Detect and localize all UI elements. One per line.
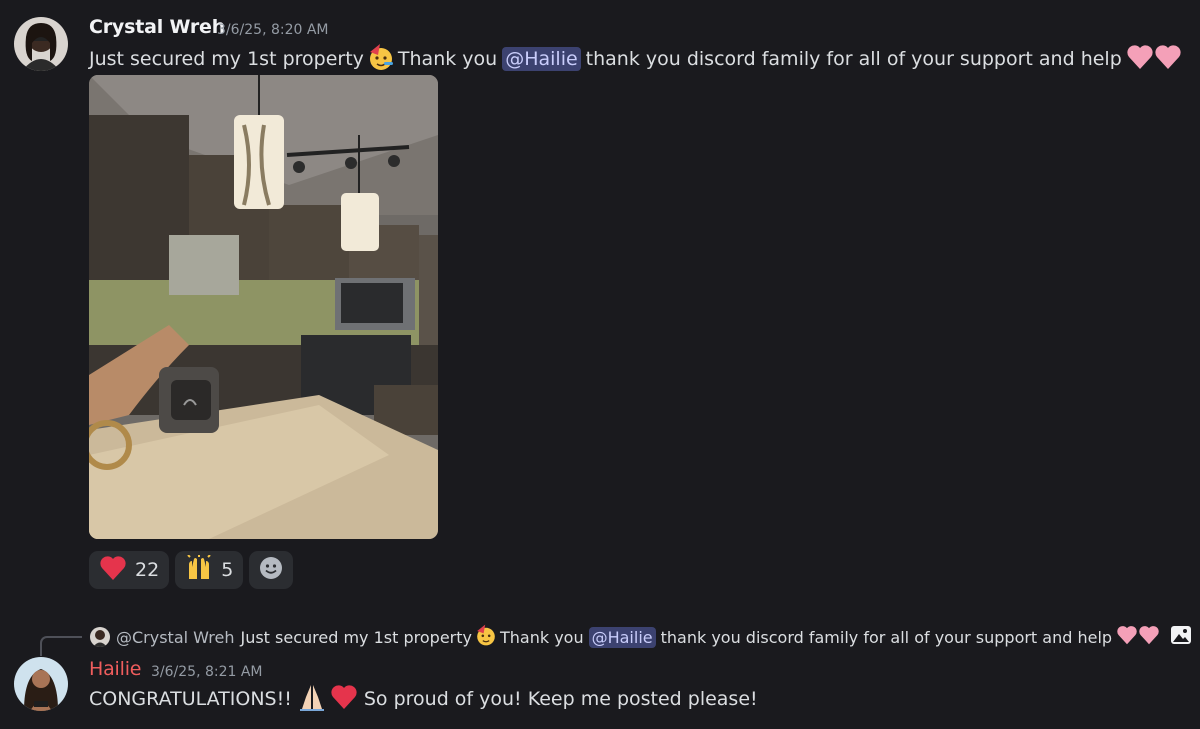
pink-heart-icon: [1138, 625, 1160, 649]
message-text: Just secured my 1st property: [89, 48, 364, 70]
user-mention[interactable]: @Hailie: [588, 626, 656, 648]
message-text: thank you discord family for all of your…: [585, 48, 1122, 70]
image-icon: [1170, 625, 1192, 649]
reply-preview[interactable]: @Crystal Wreh Just secured my 1st proper…: [90, 623, 1194, 651]
pink-heart-icon: [1116, 625, 1138, 649]
reply-connector: [40, 636, 82, 656]
message-content: CONGRATULATIONS!! So proud of you! Keep …: [89, 684, 758, 714]
reaction-heart[interactable]: 22: [89, 551, 170, 589]
raising-hands-icon: [185, 553, 213, 586]
author-name[interactable]: Crystal Wreh: [89, 16, 225, 38]
message-text: Thank you: [397, 48, 498, 70]
message-text: So proud of you! Keep me posted please!: [363, 688, 758, 710]
add-reaction-button[interactable]: [249, 551, 294, 589]
chat-view: Crystal Wreh 3/6/25, 8:20 AM Just secure…: [0, 0, 1200, 729]
red-heart-icon: [330, 684, 358, 715]
reaction-raising-hands[interactable]: 5: [175, 551, 244, 589]
reply-text: thank you discord family for all of your…: [660, 627, 1113, 647]
author-name[interactable]: Hailie: [89, 658, 141, 680]
party-face-icon: [366, 42, 396, 77]
folded-hands-icon: [298, 683, 326, 716]
red-heart-icon: [99, 555, 127, 586]
reaction-count: 5: [221, 559, 234, 581]
reply-avatar: [90, 627, 110, 647]
pink-heart-icon: [1154, 44, 1182, 75]
image-attachment[interactable]: [89, 75, 438, 539]
reply-text: Just secured my 1st property: [240, 627, 472, 647]
reply-author[interactable]: @Crystal Wreh: [116, 628, 234, 647]
user-mention[interactable]: @Hailie: [502, 47, 581, 71]
avatar-hailie[interactable]: [14, 657, 68, 711]
pink-heart-icon: [1126, 44, 1154, 75]
message-timestamp: 3/6/25, 8:21 AM: [151, 664, 263, 680]
smiley-icon: [259, 556, 283, 585]
message-text: CONGRATULATIONS!!: [89, 688, 292, 710]
avatar-crystal[interactable]: [14, 17, 68, 71]
message-content: Just secured my 1st property Thank you @…: [89, 42, 1184, 77]
message-timestamp: 3/6/25, 8:20 AM: [217, 22, 329, 38]
reaction-count: 22: [135, 559, 160, 581]
reply-text: Thank you: [499, 627, 584, 647]
party-face-icon: [474, 623, 498, 651]
reaction-bar: 22 5: [89, 551, 294, 589]
